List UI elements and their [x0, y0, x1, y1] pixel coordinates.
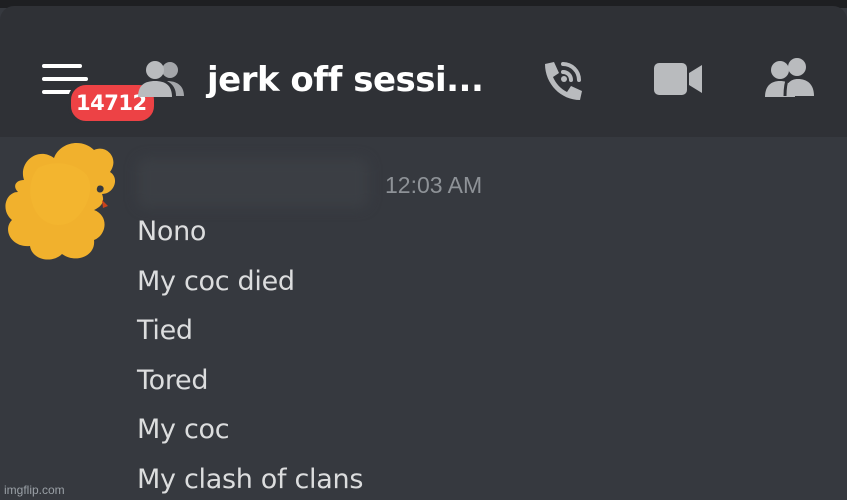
message[interactable]: Tied: [137, 309, 817, 359]
username-redacted: [137, 158, 369, 208]
group-dm-icon: [138, 61, 184, 97]
message[interactable]: My coc: [137, 408, 817, 458]
message-list: Nono My coc died Tied Tored My coc My cl…: [137, 210, 817, 500]
app-window: 14712 jerk off sessi... 12:03 AM Nono My…: [0, 0, 847, 500]
message[interactable]: Tored: [137, 359, 817, 409]
message-timestamp: 12:03 AM: [385, 172, 483, 198]
avatar[interactable]: [2, 140, 122, 262]
message[interactable]: My clash of clans: [137, 458, 817, 500]
channel-header: 14712 jerk off sessi...: [0, 6, 847, 137]
channel-title: jerk off sessi...: [207, 60, 484, 100]
voice-call-icon[interactable]: [539, 58, 587, 104]
message[interactable]: My coc died: [137, 260, 817, 310]
message[interactable]: Nono: [137, 210, 817, 260]
video-call-icon[interactable]: [653, 61, 703, 97]
imgflip-watermark: imgflip.com: [4, 483, 65, 497]
member-list-icon[interactable]: [763, 56, 815, 98]
